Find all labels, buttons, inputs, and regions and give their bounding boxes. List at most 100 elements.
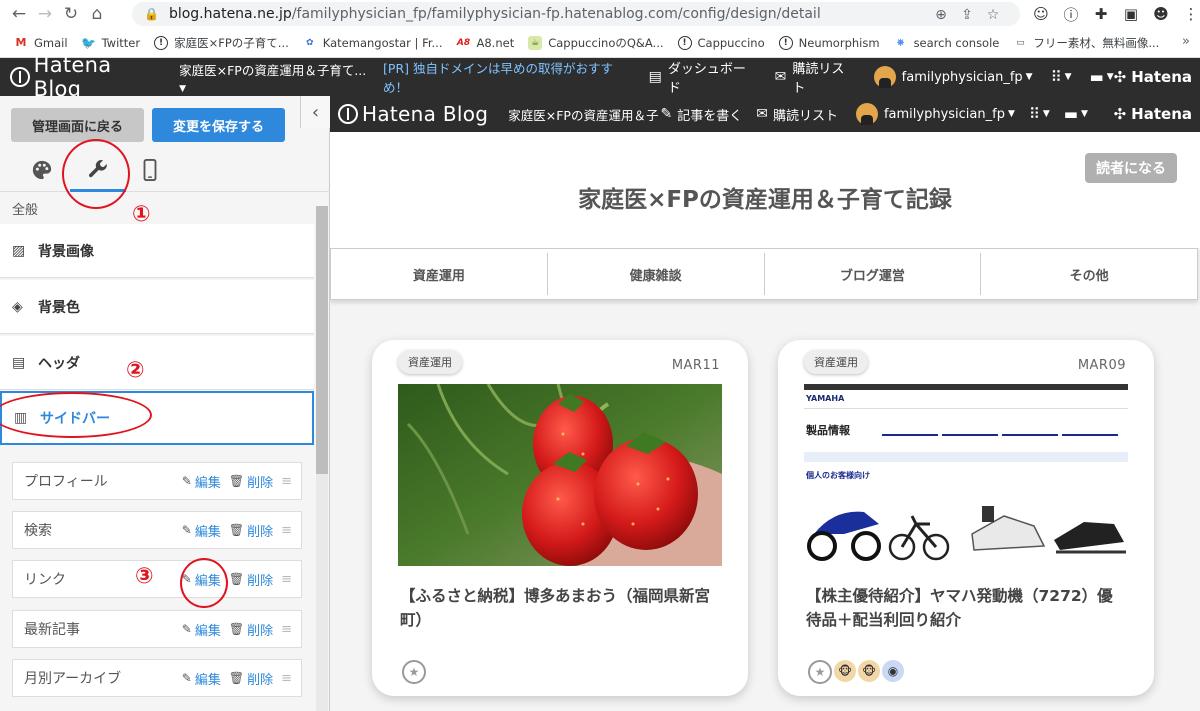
sidepanel-icon[interactable]: ▣ xyxy=(1118,2,1144,26)
browser-toolbar: ← → ↻ ⌂ 🔒 blog.hatena.ne.jp/familyphysic… xyxy=(0,0,1200,28)
bookmark-a8[interactable]: A8 A8.net xyxy=(457,36,514,50)
preview-hatena-brand[interactable]: ✣ Hatena xyxy=(1114,105,1192,123)
avatar xyxy=(873,66,896,88)
widget-recent-posts[interactable]: 最新記事 ✎ 編集 🗑 削除 ≡ xyxy=(12,610,302,648)
preview-subscribe-link[interactable]: ✉ 購読リスト xyxy=(756,105,838,124)
category-badge[interactable]: 資産運用 xyxy=(398,350,462,374)
bookmark-twitter[interactable]: 🐦 Twitter xyxy=(81,36,140,50)
preview-blog-name[interactable]: 家庭医×FPの資産運用＆子 xyxy=(508,105,658,124)
bookmark-cappuccino-qa[interactable]: ☕ CappuccinoのQ&A... xyxy=(528,35,664,51)
widget-link[interactable]: リンク ✎ 編集 🗑 削除 ≡ xyxy=(12,560,302,598)
bookmark-neumorphism[interactable]: ! Neumorphism xyxy=(778,35,880,50)
bookmark-katemangostar[interactable]: ✿ Katemangostar | Fr... xyxy=(303,36,443,50)
bookmark-cappuccino[interactable]: ! Cappuccino xyxy=(677,35,765,50)
back-to-admin-button[interactable]: 管理画面に戻る xyxy=(11,108,144,142)
article-card[interactable]: 資産運用 MAR11 【ふるさと納税】博多あまおう（福岡県新宮町） ★ xyxy=(372,340,748,696)
monkey-star-icon[interactable]: 🐵 xyxy=(834,660,856,682)
widget-profile[interactable]: プロフィール ✎ 編集 🗑 削除 ≡ xyxy=(12,462,302,500)
edit-link[interactable]: ✎ 編集 xyxy=(182,472,221,491)
menu-kebab-icon[interactable]: ⋮ xyxy=(1178,2,1200,26)
article-title[interactable]: 【株主優待紹介】ヤマハ発動機（7272）優待品＋配当利回り紹介 xyxy=(806,584,1126,632)
menu-header[interactable]: ▤ ヘッダ xyxy=(0,336,314,390)
nav-item-blog[interactable]: ブログ運営 xyxy=(765,253,982,295)
edit-link[interactable]: ✎ 編集 xyxy=(182,620,221,639)
category-badge[interactable]: 資産運用 xyxy=(804,350,868,374)
yamaha-thumbnail[interactable]: YAMAHA 製品情報 個人のお客様向け xyxy=(804,384,1128,566)
nav-item-health[interactable]: 健康雑談 xyxy=(548,253,765,295)
extensions-puzzle-icon[interactable]: ✚ xyxy=(1088,2,1114,26)
globe-star-icon[interactable]: ◉ xyxy=(882,660,904,682)
drag-handle-icon[interactable]: ≡ xyxy=(281,572,292,587)
widget-search[interactable]: 検索 ✎ 編集 🗑 削除 ≡ xyxy=(12,511,302,549)
profile-avatar-icon[interactable]: ☻ xyxy=(1148,2,1174,26)
drag-handle-icon[interactable]: ≡ xyxy=(281,474,292,489)
header-layout-icon: ▤ xyxy=(12,354,26,371)
delete-link[interactable]: 🗑 削除 xyxy=(229,521,273,540)
pencil-icon: ✎ xyxy=(181,622,192,636)
widget-name: 最新記事 xyxy=(24,622,80,638)
edit-link[interactable]: ✎ 編集 xyxy=(182,669,221,688)
hatena-brand-link[interactable]: ✣ Hatena xyxy=(1114,68,1192,86)
blog-title[interactable]: 家庭医×FPの資産運用＆子育て記録 xyxy=(330,180,1200,214)
extension-info-icon[interactable]: ⓘ xyxy=(1058,2,1084,26)
preview-hatena-blog-logo[interactable]: Hatena Blog xyxy=(338,102,488,126)
bookmark-free-material[interactable]: ▭ フリー素材、無料画像... xyxy=(1013,35,1159,51)
write-article-link[interactable]: ✎ 記事を書く xyxy=(660,105,742,124)
preview-apps-grid[interactable]: ⠿ ▼ xyxy=(1029,105,1050,123)
reload-icon[interactable]: ↻ xyxy=(58,2,84,26)
preview-user-menu[interactable]: familyphysician_fp ▼ xyxy=(855,103,1015,125)
preview-notification[interactable]: ▬ ▼ xyxy=(1064,105,1088,123)
home-icon[interactable]: ⌂ xyxy=(84,2,110,26)
pencil-icon: ✎ xyxy=(181,474,192,488)
add-star-icon[interactable]: ★ xyxy=(402,660,426,684)
scrollbar-thumb[interactable] xyxy=(316,206,328,474)
user-menu[interactable]: familyphysician_fp ▼ xyxy=(873,66,1033,88)
add-star-icon[interactable]: ★ xyxy=(808,660,832,684)
forward-arrow-icon[interactable]: → xyxy=(32,2,58,26)
apps-grid-menu[interactable]: ⠿ ▼ xyxy=(1051,68,1072,86)
strawberry-thumbnail[interactable] xyxy=(398,384,722,566)
delete-link[interactable]: 🗑 削除 xyxy=(229,570,273,589)
menu-background-color[interactable]: ◈ 背景色 xyxy=(0,280,314,334)
bookmark-search-console[interactable]: ⎈ search console xyxy=(894,36,999,50)
share-icon[interactable]: ⇪ xyxy=(954,2,980,28)
tab-smartphone[interactable] xyxy=(122,148,178,192)
extension-avatar-icon[interactable]: ☺ xyxy=(1028,2,1054,26)
delete-link[interactable]: 🗑 削除 xyxy=(229,472,273,491)
trash-icon: 🗑 xyxy=(228,523,245,537)
delete-link[interactable]: 🗑 削除 xyxy=(229,620,273,639)
address-bar[interactable]: 🔒 blog.hatena.ne.jp/familyphysician_fp/f… xyxy=(132,2,1020,26)
drag-handle-icon[interactable]: ≡ xyxy=(281,622,292,637)
collapse-panel-button[interactable]: ‹ xyxy=(300,96,330,128)
dashboard-link[interactable]: ▤ ダッシュボード xyxy=(649,58,757,96)
chevron-right-icon[interactable]: » xyxy=(1182,34,1190,49)
pencil-icon: ✎ xyxy=(181,523,192,537)
become-reader-button[interactable]: 読者になる xyxy=(1085,153,1177,183)
article-title[interactable]: 【ふるさと納税】博多あまおう（福岡県新宮町） xyxy=(400,584,720,632)
drag-handle-icon[interactable]: ≡ xyxy=(281,671,292,686)
hatena-blog-logo[interactable]: Hatena Blog xyxy=(10,53,163,101)
zoom-icon[interactable]: ⊕ xyxy=(928,2,954,28)
grid-icon: ⠿ xyxy=(1028,105,1040,123)
drag-handle-icon[interactable]: ≡ xyxy=(281,523,292,538)
edit-link[interactable]: ✎ 編集 xyxy=(182,521,221,540)
delete-link[interactable]: 🗑 削除 xyxy=(229,669,273,688)
back-arrow-icon[interactable]: ← xyxy=(6,2,32,26)
bookmark-blog[interactable]: ! 家庭医×FPの子育て... xyxy=(154,35,289,51)
nav-item-asset[interactable]: 資産運用 xyxy=(331,253,548,295)
blog-name-menu[interactable]: 家庭医×FPの資産運用＆子育て... ▼ xyxy=(179,60,373,94)
nav-item-other[interactable]: その他 xyxy=(981,253,1197,295)
notification-menu[interactable]: ▬ ▼ xyxy=(1090,68,1114,86)
bookmark-star-icon[interactable]: ☆ xyxy=(980,2,1006,28)
widget-monthly-archive[interactable]: 月別アーカイブ ✎ 編集 🗑 削除 ≡ xyxy=(12,659,302,697)
widget-name: 検索 xyxy=(24,523,52,539)
bookmark-gmail[interactable]: M Gmail xyxy=(14,36,68,50)
menu-background-image[interactable]: ▨ 背景画像 xyxy=(0,224,314,278)
monkey-star-icon[interactable]: 🐵 xyxy=(858,660,880,682)
save-changes-button[interactable]: 変更を保存する xyxy=(152,108,285,142)
pr-link[interactable]: [PR] 独自ドメインは早めの取得がおすすめ！ xyxy=(383,58,633,96)
gmail-icon: M xyxy=(15,36,27,49)
subscribe-list-link[interactable]: ✉ 購読リスト xyxy=(775,58,856,96)
article-card[interactable]: 資産運用 MAR09 YAMAHA 製品情報 個人のお客様向け 【株主優待紹介】… xyxy=(778,340,1154,696)
panel-scrollbar[interactable] xyxy=(316,206,328,711)
